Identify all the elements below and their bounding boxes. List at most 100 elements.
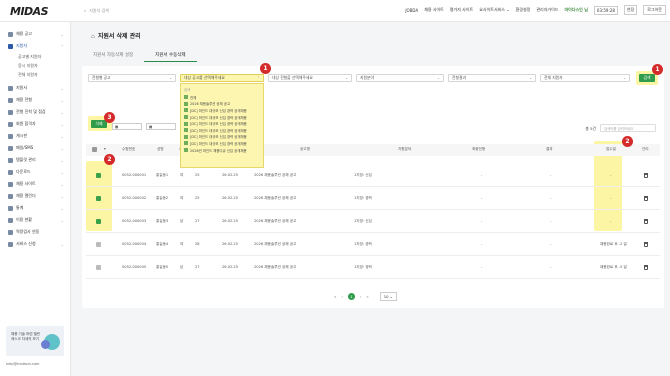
promo-banner[interactable]: 채용 기술 마련 챌린 캐스크 자세히 보기 <box>6 326 64 356</box>
filter-value: 전체 지원자 <box>544 75 563 80</box>
dropdown-option[interactable]: [DC] 마인드 대규모 신입 경력 공개채용 <box>184 140 260 147</box>
cell-name[interactable]: 홍길동1 <box>156 173 168 178</box>
trash-icon[interactable] <box>644 265 648 270</box>
dropdown-option[interactable]: [DC] 마인드 대규모 신입 경력 공개채용 <box>184 134 260 141</box>
sidebar-item-stages[interactable]: 채용 전형 ⌄ <box>0 94 70 106</box>
tab-manual-delete[interactable]: 지원서 수동삭제 <box>144 50 197 62</box>
dropdown-search[interactable]: 검색 <box>184 87 260 92</box>
nav-settings[interactable]: 환경설정 <box>516 7 531 13</box>
table-search-input[interactable]: 검색어를 입력하세요 <box>600 124 656 132</box>
sidebar-item-download[interactable]: 다운로드 ⌄ <box>0 166 70 178</box>
last-page-button[interactable]: » <box>366 294 368 299</box>
row-checkbox[interactable] <box>96 173 101 178</box>
filter-target-stage[interactable]: 대상 전형을 선택해주세요 ⌄ <box>268 74 352 82</box>
filter-value: 대상 전형을 선택해주세요 <box>272 75 313 80</box>
col-received: 접수일 <box>606 147 616 151</box>
global-search[interactable]: ⌕ 지원자 검색 <box>84 6 234 15</box>
date-to[interactable]: ▦ <box>146 123 176 130</box>
cell-name[interactable]: 홍길동3 <box>156 219 168 224</box>
option-checkbox[interactable] <box>184 101 188 106</box>
table-row[interactable]: 0052-000004 홍길동4 여 28 26.02.25 2026 채용솔루… <box>86 233 660 256</box>
cell-name[interactable]: 홍길동5 <box>156 265 168 270</box>
first-page-button[interactable]: « <box>334 294 336 299</box>
nav-services[interactable]: 요사이트서비스 ⌄ <box>479 7 509 13</box>
search-button[interactable]: 검색 <box>639 74 655 82</box>
dropdown-option[interactable]: 2026년 마인드 채용다큐 신입 공개채용 <box>184 147 260 154</box>
table-row[interactable]: 0052-000001 홍길동1 여 25 26.02.25 2026 채용솔루… <box>86 164 660 187</box>
filter-target-posting[interactable]: 대상 공고를 선택해주세요 ⌃ <box>180 74 264 82</box>
sidebar-item-calendar[interactable]: 채용 캘린더 ⌄ <box>0 190 70 202</box>
help-email[interactable]: help@midasin.com <box>6 362 39 366</box>
trash-icon[interactable] <box>644 173 648 178</box>
nav-jobda[interactable]: JOBDA <box>405 8 418 13</box>
sidebar-subitem-exam-applicants[interactable]: 응시 지원자 <box>0 61 70 70</box>
sidebar-item-passers[interactable]: 회원 합격자 ⌄ <box>0 118 70 130</box>
row-checkbox[interactable] <box>96 196 101 201</box>
extend-button[interactable]: 연장 <box>623 5 638 15</box>
trash-icon[interactable] <box>644 196 648 201</box>
sidebar-item-stats[interactable]: 통계 ⌄ <box>0 202 70 214</box>
cell-age: 27 <box>195 265 200 269</box>
nav-recruit-site[interactable]: 채용 사이트 <box>424 7 444 13</box>
dropdown-option[interactable]: 전체 <box>184 94 260 101</box>
dropdown-option[interactable]: [DC] 마인드 대규모 신입 경력 공개채용 <box>184 107 260 114</box>
dropdown-option[interactable]: [DC] 마인드 대규모 신입 경력 공개채용 <box>184 114 260 121</box>
cell-gender: 여 <box>180 173 184 177</box>
logo[interactable]: MIDAS <box>10 5 49 18</box>
sidebar-subitem-all-applicants[interactable]: 전체 지원자 <box>0 70 70 79</box>
tab-auto-delete[interactable]: 지원서 자동삭제 설정 <box>82 50 144 62</box>
select-all-checkbox[interactable] <box>92 147 97 152</box>
trash-icon[interactable] <box>644 219 648 224</box>
sidebar-item-usage[interactable]: 이용 현황 ⌄ <box>0 214 70 226</box>
home-icon[interactable]: ⌂ <box>91 33 95 40</box>
sidebar-item-competency[interactable]: 역량검사 연동 <box>0 226 70 238</box>
option-checkbox[interactable] <box>184 95 188 100</box>
page-current[interactable]: 1 <box>347 293 355 300</box>
sidebar-item-applicants[interactable]: 지원자 ⌃ <box>0 40 70 52</box>
sidebar-item-templates[interactable]: 템플릿 관리 ⌄ <box>0 154 70 166</box>
sidebar-subitem-posting-applicants[interactable]: 공고별 지원자 <box>0 52 70 61</box>
nav-evaluator-site[interactable]: 평가자 사이트 <box>450 7 473 13</box>
option-checkbox[interactable] <box>184 121 188 126</box>
sidebar-item-progress[interactable]: 전형 진척 및 점검 ⌄ <box>0 106 70 118</box>
next-page-button[interactable]: › <box>360 294 362 299</box>
sidebar-item-recruit-site[interactable]: 채용 사이트 ⌄ <box>0 178 70 190</box>
option-checkbox[interactable] <box>184 134 188 139</box>
trash-icon[interactable] <box>644 242 648 247</box>
row-checkbox[interactable] <box>96 219 101 224</box>
sort-icon[interactable]: ▾ <box>104 147 106 151</box>
option-checkbox[interactable] <box>184 141 188 146</box>
document-icon <box>8 85 13 91</box>
logout-button[interactable]: 로그아웃 <box>643 5 666 15</box>
dropdown-option[interactable]: 2026 채용솔루션 공채 공고 <box>184 101 260 108</box>
sidebar-item-board[interactable]: 게시판 ⌄ <box>0 130 70 142</box>
sidebar-item-job-posting[interactable]: 채용 공고 ⌄ <box>0 28 70 40</box>
sidebar-item-mail-sms[interactable]: 메일/SMS ⌄ <box>0 142 70 154</box>
option-checkbox[interactable] <box>184 128 188 133</box>
dropdown-option[interactable]: [DC] 마인드 대규모 신입 경력 공개채용 <box>184 120 260 127</box>
page-size-select[interactable]: 10 ⌄ <box>379 292 397 301</box>
sidebar-item-service-request[interactable]: 서비스 신청 ⌄ <box>0 238 70 250</box>
chevron-down-icon: ⌄ <box>60 241 64 247</box>
filter-field[interactable]: 지원분야 ⌄ <box>356 74 444 82</box>
cell-name[interactable]: 홍길동2 <box>156 196 168 201</box>
sidebar-item-application[interactable]: 지원서 ⌄ <box>0 82 70 94</box>
prev-page-button[interactable]: ‹ <box>341 294 343 299</box>
dropdown-option[interactable]: [DC] 마인드 대규모 신입 경력 공개채용 <box>184 127 260 134</box>
option-checkbox[interactable] <box>184 115 188 120</box>
table-row[interactable]: 0052-000003 홍길동3 남 27 26.02.25 2026 채용솔루… <box>86 210 660 233</box>
content-card: 전형별 공고 ⌄ 대상 공고를 선택해주세요 ⌃ 대상 전형을 선택해주세요 ⌄ 지원… <box>82 63 664 308</box>
table-row[interactable]: 0052-000005 홍길동5 남 27 26.02.25 2026 채용솔루… <box>86 256 660 279</box>
option-checkbox[interactable] <box>184 148 188 153</box>
filter-applicant-type[interactable]: 전체 지원자 ⌄ <box>540 74 630 82</box>
option-checkbox[interactable] <box>184 108 188 113</box>
filter-posting-type[interactable]: 전형별 공고 ⌄ <box>88 74 176 82</box>
row-checkbox[interactable] <box>96 265 101 270</box>
filter-result[interactable]: 전형결과 ⌄ <box>448 74 536 82</box>
table-search-placeholder: 검색어를 입력하세요 <box>604 126 634 131</box>
date-from[interactable]: ▦ <box>112 123 142 130</box>
table-row[interactable]: 0052-000002 홍길동2 여 25 26.02.25 2026 채용솔루… <box>86 187 660 210</box>
row-checkbox[interactable] <box>96 242 101 247</box>
nav-guide[interactable]: 관리자가이드 <box>536 7 558 13</box>
cell-name[interactable]: 홍길동4 <box>156 242 168 247</box>
